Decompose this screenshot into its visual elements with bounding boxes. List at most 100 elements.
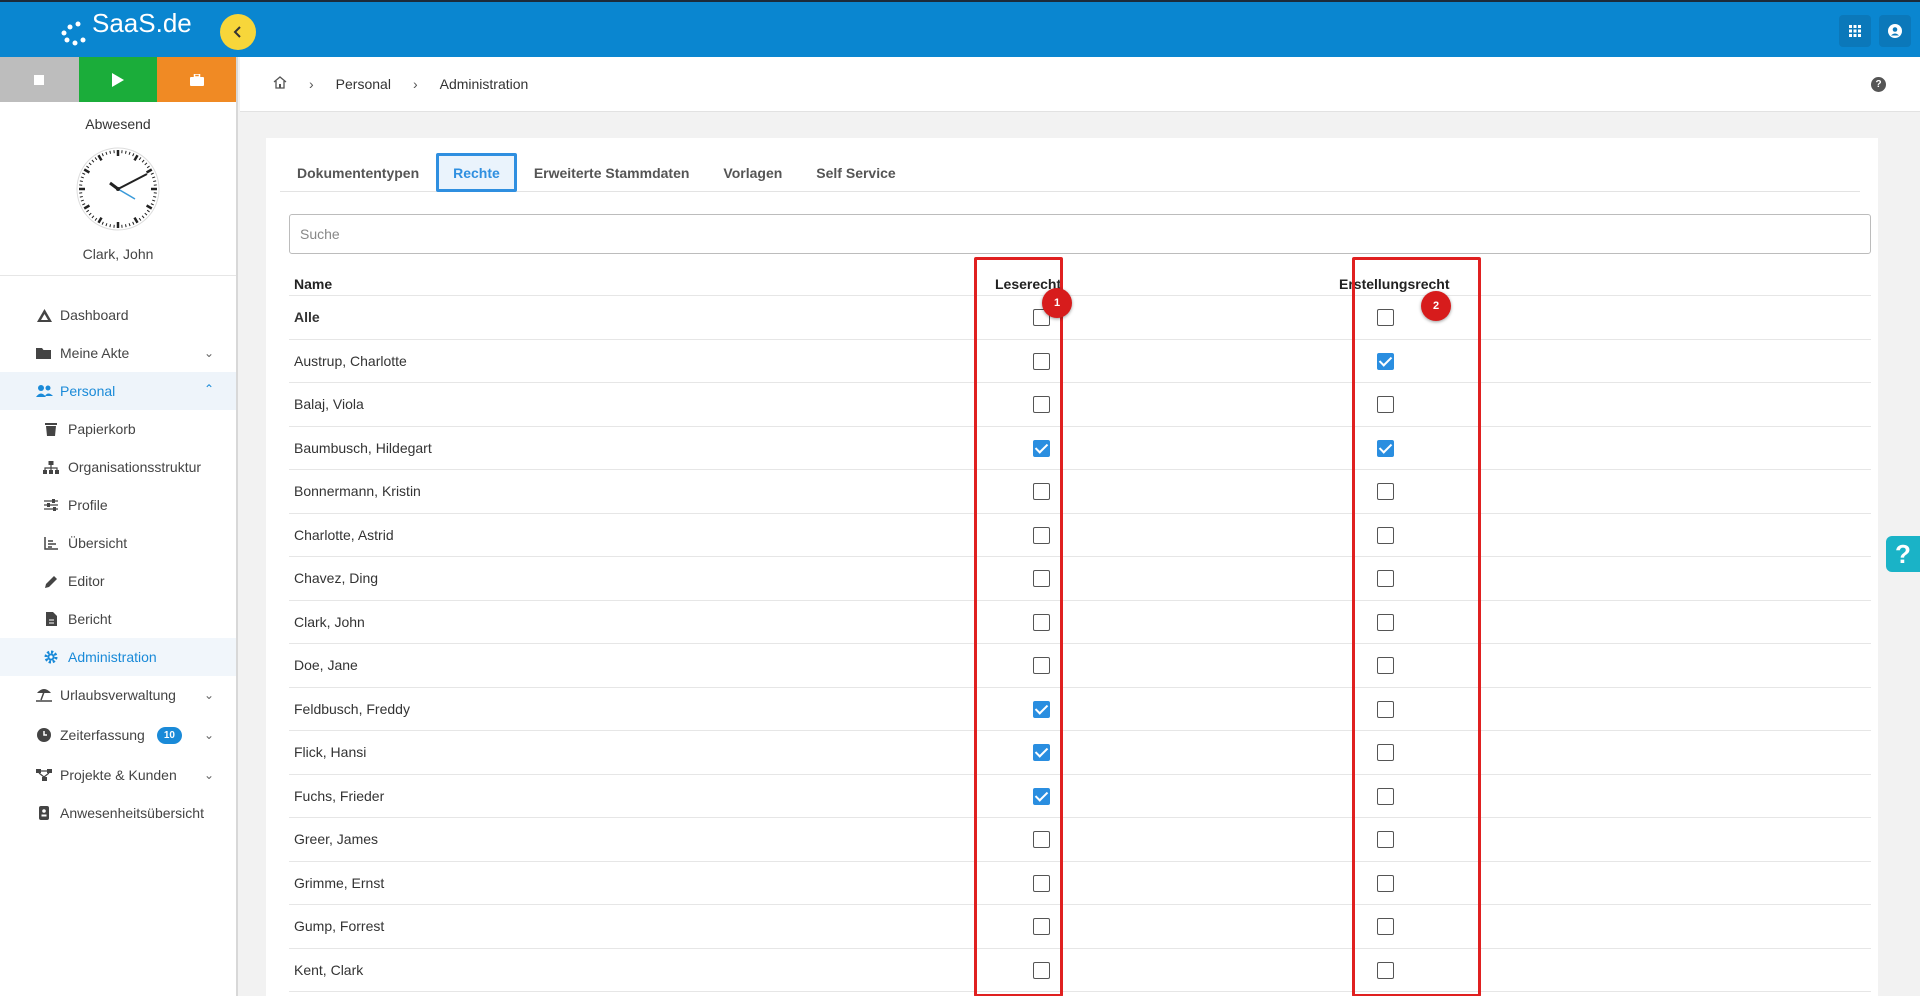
table-row: Balaj, Viola xyxy=(289,383,1871,427)
sidebar-item-meine-akte[interactable]: Meine Akte ⌄ xyxy=(0,334,236,372)
annotation-marker-2: 2 xyxy=(1421,291,1451,321)
sidebar-item-label: Editor xyxy=(68,573,105,589)
count-badge: 10 xyxy=(156,726,182,744)
tab-self-service[interactable]: Self Service xyxy=(799,153,912,192)
clock-tick xyxy=(79,195,83,198)
sidebar-item-label: Administration xyxy=(68,649,157,665)
sidebar-item-label: Anwesenheitsübersicht xyxy=(60,805,204,821)
sidebar-item-label: Zeiterfassung xyxy=(60,727,145,743)
chevron-down-icon: ⌄ xyxy=(203,728,214,742)
badge-icon xyxy=(35,804,53,822)
table-row: Baumbusch, Hildegart xyxy=(289,427,1871,470)
pencil-icon xyxy=(42,572,60,590)
report-icon xyxy=(42,610,60,628)
sidebar-item-label: Urlaubsverwaltung xyxy=(60,687,176,703)
user-menu-button[interactable] xyxy=(1879,15,1911,47)
logo-dots-icon xyxy=(61,21,86,46)
sidebar-item-bericht[interactable]: Bericht xyxy=(0,600,236,638)
table-row: Kent, Clark xyxy=(289,949,1871,992)
annotation-marker-1: 1 xyxy=(1042,288,1072,318)
clock-tick xyxy=(109,150,112,154)
start-button[interactable] xyxy=(78,57,158,102)
table-row: Gump, Forrest xyxy=(289,905,1871,949)
play-icon xyxy=(112,72,124,87)
search-input[interactable] xyxy=(289,214,1871,254)
chevron-down-icon: ⌄ xyxy=(203,768,214,782)
status-buttons xyxy=(0,57,237,102)
row-name: Feldbusch, Freddy xyxy=(294,700,410,717)
table-row: Clark, John xyxy=(289,601,1871,644)
clock-icon xyxy=(35,726,53,744)
business-trip-button[interactable] xyxy=(157,57,237,102)
table-row: Feldbusch, Freddy xyxy=(289,688,1871,731)
sidebar-item-urlaubsverwaltung[interactable]: Urlaubsverwaltung ⌄ xyxy=(0,676,236,714)
highlight-box-erstellungsrecht xyxy=(1352,257,1481,996)
row-name: Baumbusch, Hildegart xyxy=(294,439,432,456)
sidebar-item-personal[interactable]: Personal ⌃ xyxy=(0,372,236,410)
user-circle-icon xyxy=(1888,24,1902,38)
tab-vorlagen[interactable]: Vorlagen xyxy=(706,153,799,192)
row-name: Grimme, Ernst xyxy=(294,874,385,891)
user-name: Clark, John xyxy=(0,246,236,276)
table-row: Doe, Jane xyxy=(289,644,1871,688)
sidebar-item-uebersicht[interactable]: Übersicht xyxy=(0,524,236,562)
table-row: Bonnermann, Kristin xyxy=(289,470,1871,514)
gear-icon xyxy=(42,648,60,666)
sidebar-item-papierkorb[interactable]: Papierkorb xyxy=(0,410,236,448)
chevron-right-icon: › xyxy=(309,76,314,92)
clock-icon xyxy=(76,147,160,231)
row-name: Doe, Jane xyxy=(294,657,358,673)
table-row: Charlotte, Astrid xyxy=(289,514,1871,557)
chevron-down-icon: ⌄ xyxy=(203,346,214,360)
row-name: Alle xyxy=(294,309,320,325)
sidebar-item-profile[interactable]: Profile xyxy=(0,486,236,524)
stop-button[interactable] xyxy=(0,57,79,102)
help-widget-button[interactable]: ? xyxy=(1886,536,1920,572)
row-name: Charlotte, Astrid xyxy=(294,526,394,543)
table-body: Alle Austrup, Charlotte Balaj, Viola Baumbu… xyxy=(289,296,1871,992)
tab-rechte[interactable]: Rechte xyxy=(436,153,517,192)
beach-icon xyxy=(35,686,53,704)
grid-icon xyxy=(1849,25,1861,37)
chevron-right-icon: › xyxy=(412,76,418,92)
sitemap-icon xyxy=(42,458,60,476)
clock-tick xyxy=(79,180,83,183)
breadcrumb-item-personal[interactable]: Personal xyxy=(336,76,391,92)
row-name: Kent, Clark xyxy=(294,961,364,978)
help-icon[interactable]: ? xyxy=(1871,77,1886,92)
table-row: Alle xyxy=(289,296,1871,340)
row-name: Flick, Hansi xyxy=(294,744,367,760)
row-name: Chavez, Ding xyxy=(294,570,379,586)
trash-icon xyxy=(42,420,60,438)
table-row: Greer, James xyxy=(289,818,1871,862)
top-bar: SaaS.de xyxy=(0,0,1920,57)
stop-icon xyxy=(34,74,45,85)
sidebar-item-zeiterfassung[interactable]: Zeiterfassung 10 ⌄ xyxy=(0,714,236,756)
sidebar-item-anwesenheitsuebersicht[interactable]: Anwesenheitsübersicht xyxy=(0,794,236,832)
collapse-sidebar-button[interactable] xyxy=(220,14,256,50)
apps-grid-button[interactable] xyxy=(1839,15,1871,47)
chart-icon xyxy=(42,534,60,552)
briefcase-icon xyxy=(189,73,204,86)
sidebar-item-dashboard[interactable]: Dashboard xyxy=(0,296,236,334)
row-name: Gump, Forrest xyxy=(294,918,385,934)
sidebar-item-administration[interactable]: Administration xyxy=(0,638,236,676)
sliders-icon xyxy=(42,496,60,514)
home-icon[interactable] xyxy=(273,76,287,92)
chevron-down-icon: ⌄ xyxy=(203,688,214,702)
table-row: Austrup, Charlotte xyxy=(289,340,1871,383)
users-icon xyxy=(35,382,53,400)
sidebar-item-organisationsstruktur[interactable]: Organisationsstruktur xyxy=(0,448,236,486)
tab-dokumententypen[interactable]: Dokumententypen xyxy=(280,153,436,192)
clock-tick xyxy=(153,180,157,183)
sidebar-item-label: Übersicht xyxy=(68,535,128,551)
tab-erweiterte-stammdaten[interactable]: Erweiterte Stammdaten xyxy=(517,153,707,192)
sidebar-item-label: Papierkorb xyxy=(68,421,136,437)
row-name: Bonnermann, Kristin xyxy=(294,483,421,499)
sidebar-item-label: Projekte & Kunden xyxy=(60,767,177,783)
table-row: Chavez, Ding xyxy=(289,557,1871,601)
folder-icon xyxy=(35,344,53,362)
sidebar-item-editor[interactable]: Editor xyxy=(0,562,236,600)
clock-tick xyxy=(153,195,157,198)
sidebar-item-projekte-kunden[interactable]: Projekte & Kunden ⌄ xyxy=(0,756,236,794)
